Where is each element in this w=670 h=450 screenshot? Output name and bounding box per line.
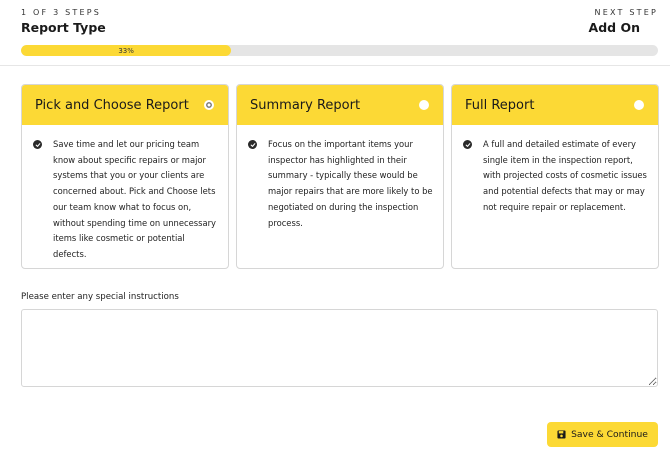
save-continue-label: Save & Continue xyxy=(571,429,648,440)
card-description: Focus on the important items your inspec… xyxy=(268,139,433,228)
next-step-title[interactable]: Add On xyxy=(589,20,640,35)
card-body: Focus on the important items your inspec… xyxy=(237,125,443,231)
card-header[interactable]: Summary Report xyxy=(237,85,443,125)
check-circle-icon xyxy=(248,140,257,149)
card-description: A full and detailed estimate of every si… xyxy=(483,139,647,212)
instructions-textarea[interactable] xyxy=(21,309,658,387)
card-pick-and-choose[interactable]: Pick and Choose Report Save time and let… xyxy=(21,84,229,269)
save-continue-button[interactable]: Save & Continue xyxy=(547,422,658,447)
card-summary[interactable]: Summary Report Focus on the important it… xyxy=(236,84,444,269)
card-header[interactable]: Pick and Choose Report xyxy=(22,85,228,125)
card-title: Pick and Choose Report xyxy=(35,97,189,113)
current-step-title: Report Type xyxy=(21,20,106,35)
card-body: Save time and let our pricing team know … xyxy=(22,125,228,263)
card-header[interactable]: Full Report xyxy=(452,85,658,125)
step-counter: 1 OF 3 STEPS xyxy=(21,8,102,17)
card-full[interactable]: Full Report A full and detailed estimate… xyxy=(451,84,659,269)
card-body: A full and detailed estimate of every si… xyxy=(452,125,658,216)
check-circle-icon xyxy=(463,140,472,149)
instructions-label: Please enter any special instructions xyxy=(21,292,179,302)
card-description: Save time and let our pricing team know … xyxy=(53,139,216,259)
card-title: Full Report xyxy=(465,97,535,113)
radio-pick-and-choose[interactable] xyxy=(204,100,214,110)
floppy-disk-icon xyxy=(557,430,566,439)
check-circle-icon xyxy=(33,140,42,149)
progress-fill: 33% xyxy=(21,45,232,56)
radio-full[interactable] xyxy=(634,100,644,110)
radio-summary[interactable] xyxy=(419,100,429,110)
progress-header: 1 OF 3 STEPS NEXT STEP Report Type Add O… xyxy=(0,0,670,66)
next-step-caption: NEXT STEP xyxy=(594,8,658,17)
card-title: Summary Report xyxy=(250,97,361,113)
progress-bar: 33% xyxy=(21,45,658,56)
